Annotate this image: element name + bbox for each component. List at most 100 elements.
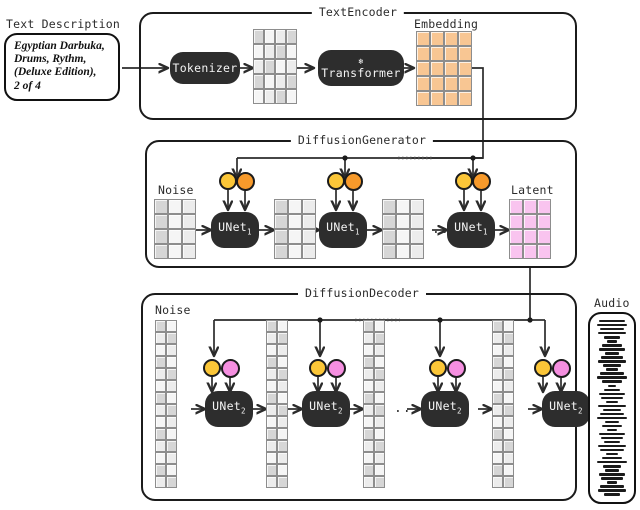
- unet2-module-4[interactable]: UNet2: [542, 391, 590, 427]
- waveform-bar: [606, 400, 618, 404]
- grid-cell: [155, 476, 166, 488]
- grid-cell: [363, 404, 374, 416]
- grid-cell: [277, 332, 288, 344]
- grid-cell: [253, 74, 264, 89]
- audio-output-box[interactable]: [588, 312, 636, 504]
- waveform-bar: [605, 420, 619, 424]
- unet1-module-2[interactable]: UNet1: [319, 212, 367, 248]
- grid-cell: [492, 464, 503, 476]
- grid-cell: [182, 199, 196, 214]
- grid-cell: [155, 320, 166, 332]
- grid-cell: [253, 29, 264, 44]
- text-line-2: Drums, Rythm,: [14, 53, 87, 66]
- grid-cell: [155, 380, 166, 392]
- diffusion-decoder-title: DiffusionDecoder: [298, 286, 426, 300]
- embedding-caption: Embedding: [414, 17, 479, 31]
- timestep-dot-2: [327, 172, 345, 190]
- grid-cell: [168, 199, 182, 214]
- grid-cell: [155, 344, 166, 356]
- decoder-intermediate-grid-1: [266, 320, 288, 488]
- grid-cell: [374, 392, 385, 404]
- grid-cell: [492, 332, 503, 344]
- waveform-bar: [600, 412, 624, 416]
- timestep-dot-1: [219, 172, 237, 190]
- grid-cell: [503, 440, 514, 452]
- unet2-module-1[interactable]: UNet2: [205, 391, 253, 427]
- transformer-module[interactable]: ❄ Transformer: [318, 50, 404, 86]
- unet2-label-4: UNet2: [549, 399, 583, 416]
- waveform-bar: [604, 388, 620, 391]
- transformer-label: Transformer: [321, 65, 401, 80]
- grid-cell: [182, 229, 196, 244]
- grid-cell: [166, 476, 177, 488]
- grid-cell: [277, 416, 288, 428]
- waveform-bar: [603, 364, 621, 367]
- waveform-bar: [607, 481, 617, 484]
- grid-cell: [363, 476, 374, 488]
- audio-caption: Audio: [594, 296, 630, 310]
- grid-cell: [503, 344, 514, 356]
- grid-cell: [264, 44, 275, 59]
- latent-caption: Latent: [511, 183, 554, 197]
- grid-cell: [266, 428, 277, 440]
- waveform-bar: [599, 432, 625, 436]
- grid-cell: [430, 31, 444, 46]
- grid-cell: [363, 320, 374, 332]
- decoder-timestep-dot-2: [309, 359, 327, 377]
- text-description-box[interactable]: Egyptian Darbuka, Drums, Rythm, (Deluxe …: [4, 33, 120, 101]
- grid-cell: [155, 440, 166, 452]
- grid-cell: [509, 214, 523, 229]
- unet2-label-2: UNet2: [309, 399, 343, 416]
- grid-cell: [492, 404, 503, 416]
- grid-cell: [155, 464, 166, 476]
- grid-cell: [374, 332, 385, 344]
- grid-cell: [166, 344, 177, 356]
- grid-cell: [396, 214, 410, 229]
- unet1-module-1[interactable]: UNet1: [211, 212, 259, 248]
- grid-cell: [302, 244, 316, 259]
- grid-cell: [503, 392, 514, 404]
- grid-cell: [274, 214, 288, 229]
- unet2-module-2[interactable]: UNet2: [302, 391, 350, 427]
- tokenizer-label: Tokenizer: [172, 61, 238, 75]
- grid-cell: [363, 332, 374, 344]
- waveform-bar: [601, 396, 623, 399]
- grid-cell: [523, 214, 537, 229]
- diffusion-generator-title: DiffusionGenerator: [290, 133, 434, 147]
- grid-cell: [363, 464, 374, 476]
- grid-cell: [458, 46, 472, 61]
- unet2-module-3[interactable]: UNet2: [421, 391, 469, 427]
- grid-cell: [266, 440, 277, 452]
- waveform-bar: [607, 340, 617, 343]
- grid-cell: [492, 476, 503, 488]
- grid-cell: [509, 244, 523, 259]
- grid-cell: [266, 404, 277, 416]
- waveform-bar: [605, 352, 619, 355]
- grid-cell: [363, 428, 374, 440]
- grid-cell: [492, 344, 503, 356]
- waveform-bar: [602, 344, 622, 347]
- grid-cell: [168, 214, 182, 229]
- grid-cell: [277, 368, 288, 380]
- grid-cell: [166, 464, 177, 476]
- waveform-bar: [601, 436, 623, 440]
- grid-cell: [275, 59, 286, 74]
- token-grid: [253, 29, 297, 104]
- grid-cell: [492, 320, 503, 332]
- grid-cell: [363, 368, 374, 380]
- grid-cell: [275, 29, 286, 44]
- grid-cell: [277, 380, 288, 392]
- grid-cell: [503, 380, 514, 392]
- unet1-module-3[interactable]: UNet1: [447, 212, 495, 248]
- decoder-latent-dot-3: [447, 359, 466, 378]
- grid-cell: [277, 440, 288, 452]
- grid-cell: [253, 89, 264, 104]
- grid-cell: [363, 356, 374, 368]
- grid-cell: [363, 392, 374, 404]
- waveform-bar: [598, 404, 626, 408]
- decoder-latent-dot-4: [552, 359, 571, 378]
- waveform-bar: [604, 493, 620, 496]
- tokenizer-module[interactable]: Tokenizer: [170, 52, 240, 84]
- grid-cell: [374, 476, 385, 488]
- waveform-bar: [599, 392, 625, 395]
